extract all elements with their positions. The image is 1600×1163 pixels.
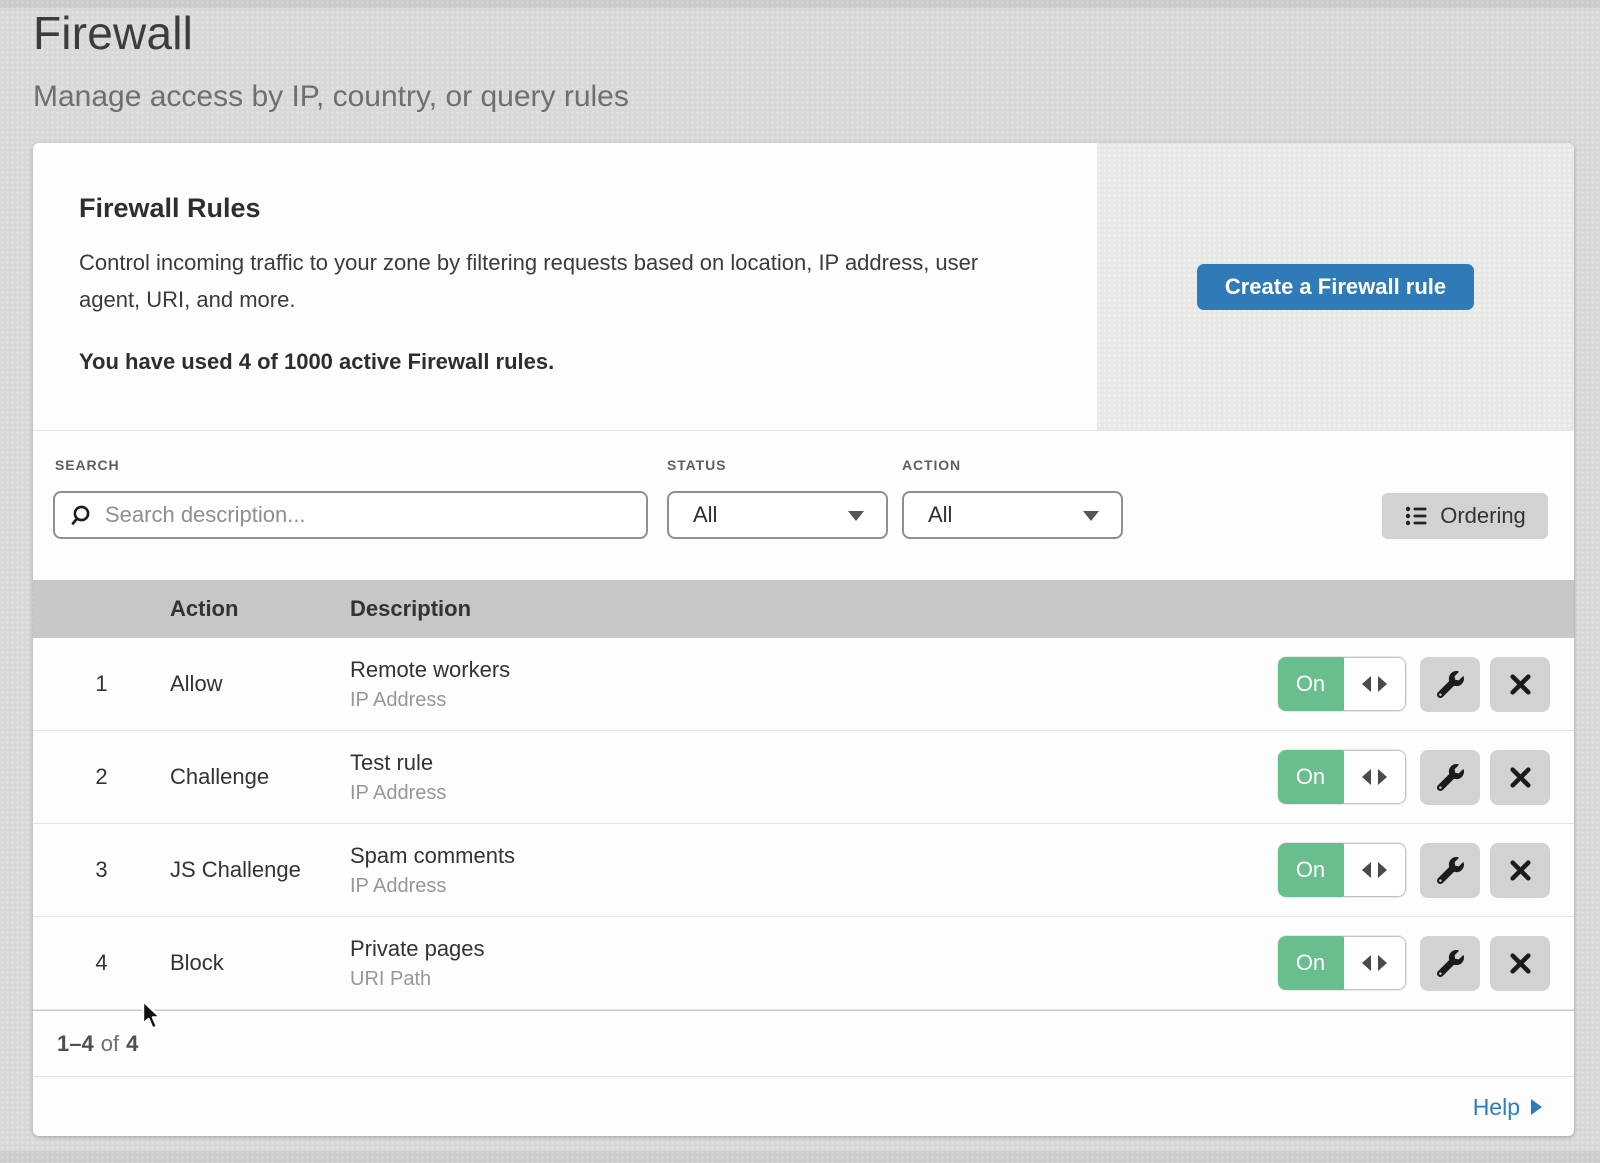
column-description: Description: [350, 596, 1574, 622]
rule-toggle[interactable]: On: [1278, 750, 1406, 804]
rule-action: Challenge: [170, 764, 350, 790]
column-action: Action: [170, 596, 350, 622]
rule-description: Remote workers: [350, 657, 1278, 683]
rule-priority: 2: [33, 764, 170, 790]
rule-priority: 1: [33, 671, 170, 697]
pagination-total: 4: [126, 1031, 138, 1057]
rule-match-type: IP Address: [350, 875, 1278, 898]
rule-toggle[interactable]: On: [1278, 657, 1406, 711]
wrench-icon: [1437, 857, 1464, 884]
pagination: 1–4 of 4: [33, 1010, 1574, 1076]
chevron-down-icon: [1083, 511, 1099, 521]
toggle-on-label: On: [1278, 750, 1343, 804]
ordering-button[interactable]: Ordering: [1382, 493, 1548, 539]
rule-toggle[interactable]: On: [1278, 936, 1406, 990]
wrench-icon: [1437, 950, 1464, 977]
close-icon: [1508, 951, 1533, 976]
wrench-icon: [1437, 671, 1464, 698]
toggle-on-label: On: [1278, 843, 1343, 897]
rule-description: Private pages: [350, 936, 1278, 962]
action-selected-value: All: [928, 502, 952, 528]
search-input[interactable]: [103, 501, 632, 529]
rule-description: Spam comments: [350, 843, 1278, 869]
status-label: STATUS: [667, 457, 726, 473]
page: { "page": { "title": "Firewall", "subtit…: [0, 0, 1600, 1163]
delete-rule-button[interactable]: [1490, 843, 1550, 898]
toggle-arrows-icon[interactable]: [1343, 750, 1406, 804]
toggle-arrows-icon[interactable]: [1343, 936, 1406, 990]
rule-priority: 3: [33, 857, 170, 883]
rule-match-type: IP Address: [350, 689, 1278, 712]
pagination-of: of: [101, 1031, 119, 1057]
chevron-down-icon: [848, 511, 864, 521]
rule-match-type: URI Path: [350, 968, 1278, 991]
rule-action: Allow: [170, 671, 350, 697]
rule-row: 2 Challenge Test rule IP Address On: [33, 731, 1574, 824]
section-description: Control incoming traffic to your zone by…: [79, 244, 1044, 318]
toggle-on-label: On: [1278, 936, 1343, 990]
toggle-arrows-icon[interactable]: [1343, 657, 1406, 711]
rule-description: Test rule: [350, 750, 1278, 776]
filters-bar: SEARCH STATUS All ACTION All: [33, 431, 1574, 580]
status-select[interactable]: All: [667, 491, 888, 539]
search-icon: [69, 504, 92, 527]
close-icon: [1508, 672, 1533, 697]
delete-rule-button[interactable]: [1490, 750, 1550, 805]
rule-controls: On: [1278, 843, 1574, 898]
action-select[interactable]: All: [902, 491, 1123, 539]
action-label: ACTION: [902, 457, 961, 473]
edit-rule-button[interactable]: [1420, 657, 1480, 712]
edit-rule-button[interactable]: [1420, 750, 1480, 805]
usage-note: You have used 4 of 1000 active Firewall …: [79, 349, 1097, 375]
firewall-rules-card: Firewall Rules Control incoming traffic …: [33, 143, 1574, 1136]
toggle-on-label: On: [1278, 657, 1343, 711]
rule-action: JS Challenge: [170, 857, 350, 883]
section-heading: Firewall Rules: [79, 193, 1097, 224]
rule-priority: 4: [33, 950, 170, 976]
rule-controls: On: [1278, 750, 1574, 805]
close-icon: [1508, 858, 1533, 883]
help-link[interactable]: Help: [1473, 1094, 1542, 1121]
search-label: SEARCH: [55, 457, 120, 473]
delete-rule-button[interactable]: [1490, 657, 1550, 712]
wrench-icon: [1437, 764, 1464, 791]
rule-controls: On: [1278, 936, 1574, 991]
table-header: Action Description: [33, 580, 1574, 638]
page-subtitle: Manage access by IP, country, or query r…: [33, 80, 629, 114]
delete-rule-button[interactable]: [1490, 936, 1550, 991]
help-bar: Help: [33, 1076, 1574, 1137]
rule-controls: On: [1278, 657, 1574, 712]
intro-section: Firewall Rules Control incoming traffic …: [33, 143, 1574, 431]
ordering-button-label: Ordering: [1440, 503, 1526, 529]
ordered-list-icon: [1404, 504, 1429, 528]
help-link-label: Help: [1473, 1094, 1520, 1121]
caret-right-icon: [1531, 1099, 1542, 1115]
edit-rule-button[interactable]: [1420, 843, 1480, 898]
rule-row: 1 Allow Remote workers IP Address On: [33, 638, 1574, 731]
toggle-arrows-icon[interactable]: [1343, 843, 1406, 897]
status-selected-value: All: [693, 502, 717, 528]
rule-row: 4 Block Private pages URI Path On: [33, 917, 1574, 1010]
rule-row: 3 JS Challenge Spam comments IP Address …: [33, 824, 1574, 917]
search-input-wrap: [53, 491, 648, 539]
pagination-range: 1–4: [57, 1031, 94, 1057]
rule-action: Block: [170, 950, 350, 976]
rule-match-type: IP Address: [350, 782, 1278, 805]
rule-toggle[interactable]: On: [1278, 843, 1406, 897]
page-title: Firewall: [33, 6, 193, 60]
intro-text-panel: Firewall Rules Control incoming traffic …: [33, 143, 1097, 430]
close-icon: [1508, 765, 1533, 790]
create-rule-panel: Create a Firewall rule: [1097, 143, 1574, 430]
edit-rule-button[interactable]: [1420, 936, 1480, 991]
create-firewall-rule-button[interactable]: Create a Firewall rule: [1197, 264, 1474, 310]
